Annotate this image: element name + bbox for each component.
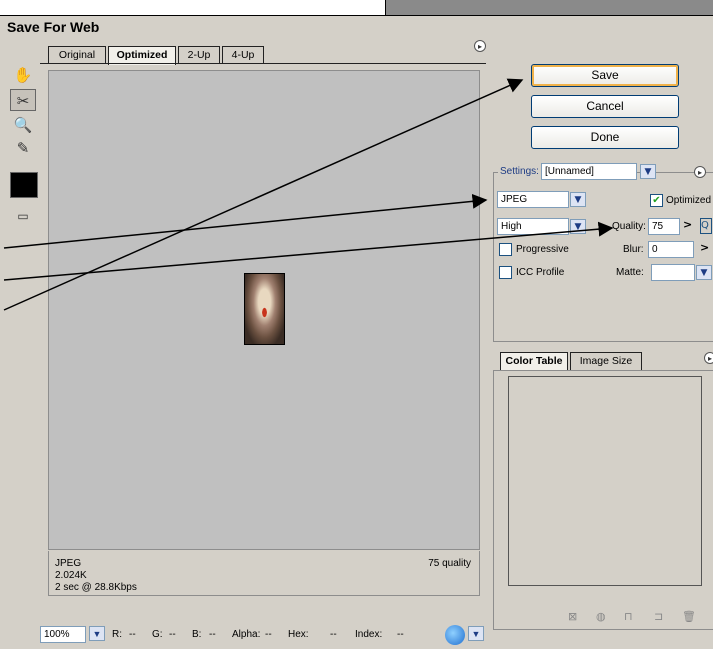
alpha-label: Alpha: — [232, 629, 261, 640]
tab-color-table[interactable]: Color Table — [500, 352, 568, 371]
quality-input[interactable]: 75 — [648, 218, 680, 235]
settings-preset-dropdown-icon[interactable]: ▼ — [640, 164, 656, 179]
quality-label: Quality: — [612, 221, 646, 232]
optimized-label: Optimized — [666, 195, 712, 206]
zoom-dropdown-icon[interactable]: ▼ — [89, 626, 105, 641]
quality-optimize-icon[interactable]: Q — [700, 218, 712, 234]
b-value: -- — [209, 629, 216, 640]
settings-label: Settings: — [498, 166, 541, 177]
color-table-menu-icon[interactable]: ▸ — [704, 352, 713, 364]
g-value: -- — [169, 629, 176, 640]
optimized-checkbox[interactable]: ✔ — [650, 194, 663, 207]
icc-profile-checkbox[interactable] — [499, 266, 512, 279]
matte-label: Matte: — [616, 267, 644, 278]
trash-icon[interactable]: 🗑 — [682, 610, 696, 623]
r-label: R: — [112, 629, 122, 640]
tab-2-up[interactable]: 2-Up — [178, 46, 220, 64]
settings-menu-icon[interactable]: ▸ — [694, 166, 706, 178]
slice-select-tool-icon[interactable]: ✂ — [10, 89, 36, 111]
blur-slider-arrow-icon[interactable]: > — [700, 241, 709, 254]
icc-profile-label: ICC Profile — [516, 267, 565, 278]
matte-dropdown-icon[interactable]: ▼ — [696, 265, 712, 280]
map-color-icon[interactable]: ⊠ — [568, 610, 577, 623]
save-button[interactable]: Save — [531, 64, 679, 87]
r-value: -- — [129, 629, 136, 640]
zoom-tool-icon[interactable]: 🔍 — [10, 114, 36, 136]
quality-preset-select[interactable]: High — [497, 218, 569, 235]
progressive-label: Progressive — [516, 244, 569, 255]
hex-label: Hex: — [288, 629, 309, 640]
index-value: -- — [397, 629, 404, 640]
tab-image-size[interactable]: Image Size — [570, 352, 642, 370]
browser-preview-icon[interactable] — [445, 625, 465, 645]
eyedropper-color-swatch[interactable] — [10, 172, 38, 198]
quality-preset-dropdown-icon[interactable]: ▼ — [570, 219, 586, 234]
hand-tool-icon[interactable]: ✋ — [10, 64, 36, 86]
lock-color-icon[interactable]: ⊓ — [624, 610, 633, 623]
zoom-level-select[interactable]: 100% — [40, 626, 86, 643]
file-format-select[interactable]: JPEG — [497, 191, 569, 208]
color-table-swatches[interactable] — [508, 376, 702, 586]
done-button[interactable]: Done — [531, 126, 679, 149]
g-label: G: — [152, 629, 163, 640]
eyedropper-tool-icon[interactable]: ✎ — [10, 137, 36, 159]
matte-select[interactable] — [651, 264, 695, 281]
info-download-time: 2 sec @ 28.8Kbps — [55, 582, 137, 593]
status-bar: 100% ▼ R: -- G: -- B: -- Alpha: -- Hex: … — [40, 624, 500, 646]
quality-slider-arrow-icon[interactable]: > — [683, 218, 692, 231]
blur-input[interactable]: 0 — [648, 241, 694, 258]
b-label: B: — [192, 629, 202, 640]
info-size: 2.024K — [55, 570, 87, 581]
preview-info-panel: JPEG 2.024K 2 sec @ 28.8Kbps 75 quality — [48, 551, 480, 596]
background-window-strip — [0, 0, 386, 16]
tab-4-up[interactable]: 4-Up — [222, 46, 264, 64]
background-window-strip-dark — [386, 0, 713, 16]
blur-label: Blur: — [623, 244, 644, 255]
tab-original[interactable]: Original — [48, 46, 106, 64]
preview-image — [244, 273, 285, 345]
tab-divider — [40, 63, 486, 64]
progressive-checkbox[interactable] — [499, 243, 512, 256]
index-label: Index: — [355, 629, 383, 640]
web-shift-icon[interactable]: ◍ — [596, 610, 606, 623]
settings-preset-select[interactable]: [Unnamed] — [541, 163, 637, 180]
info-format: JPEG — [55, 558, 82, 569]
toggle-slices-icon[interactable]: ▭ — [10, 205, 36, 227]
title-bar — [0, 16, 713, 38]
info-quality: 75 quality — [428, 558, 471, 569]
window-title: Save For Web — [7, 19, 100, 35]
new-color-icon[interactable]: ⊐ — [654, 610, 663, 623]
cancel-button[interactable]: Cancel — [531, 95, 679, 118]
file-format-dropdown-icon[interactable]: ▼ — [570, 192, 586, 207]
alpha-value: -- — [265, 629, 272, 640]
browser-dropdown-icon[interactable]: ▼ — [468, 626, 484, 641]
hex-value: -- — [330, 629, 337, 640]
preview-menu-icon[interactable]: ▸ — [474, 40, 486, 52]
